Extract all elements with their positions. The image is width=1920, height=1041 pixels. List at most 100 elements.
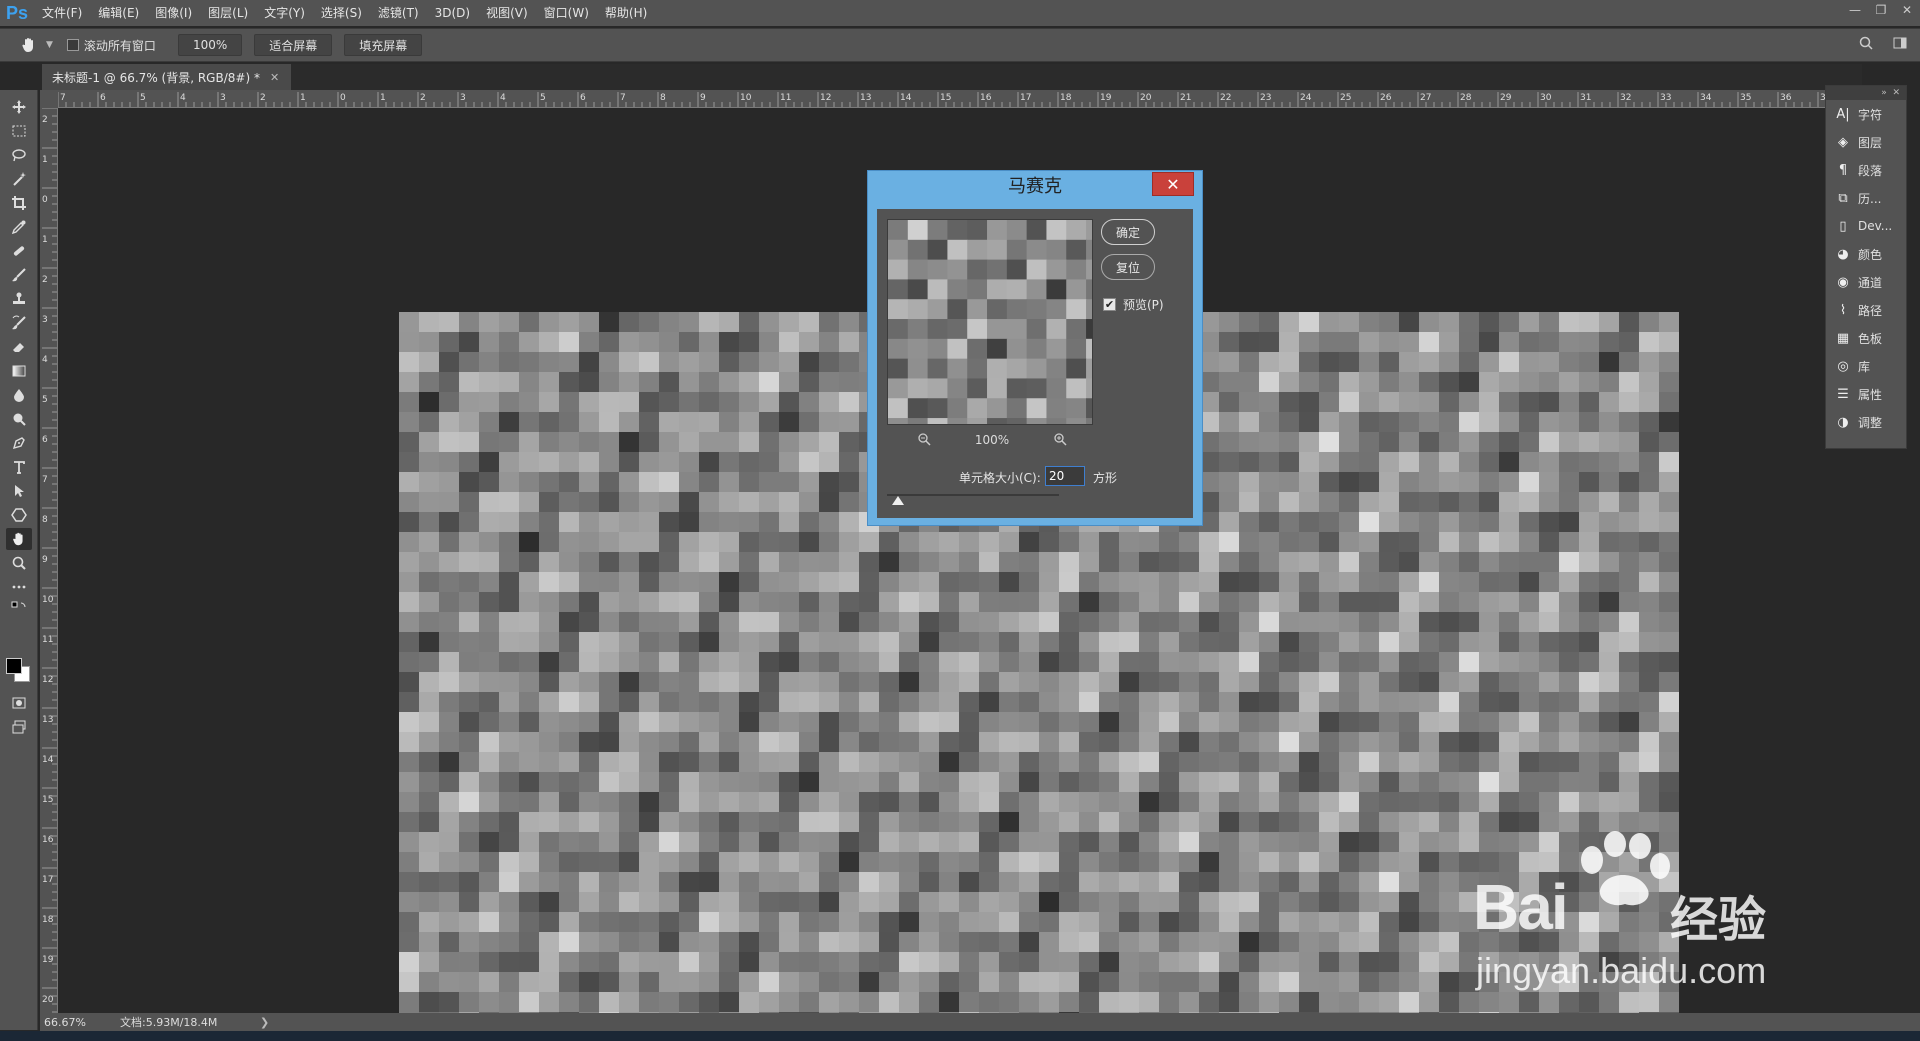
mosaic-cell xyxy=(859,652,880,673)
marquee-tool-icon[interactable] xyxy=(6,120,32,142)
dodge-tool-icon[interactable] xyxy=(6,408,32,430)
chevron-down-icon[interactable]: ▼ xyxy=(46,40,53,50)
zoom-100-button[interactable]: 100% xyxy=(177,34,243,56)
menu-item[interactable]: 文字(Y) xyxy=(256,0,313,26)
clone-stamp-tool-icon[interactable] xyxy=(6,288,32,310)
pen-tool-icon[interactable] xyxy=(6,432,32,454)
menu-item[interactable]: 视图(V) xyxy=(478,0,536,26)
dialog-close-button[interactable]: ✕ xyxy=(1152,172,1194,196)
panel-item[interactable]: ▯ Dev... xyxy=(1826,212,1906,240)
healing-brush-tool-icon[interactable] xyxy=(6,240,32,262)
crop-tool-icon[interactable] xyxy=(6,192,32,214)
mosaic-cell xyxy=(1399,732,1420,753)
hand-tool-icon[interactable] xyxy=(6,528,32,550)
eraser-tool-icon[interactable] xyxy=(6,336,32,358)
search-icon[interactable] xyxy=(1858,35,1874,55)
mosaic-cell xyxy=(799,872,820,893)
quick-mask-icon[interactable] xyxy=(6,692,32,714)
mosaic-cell xyxy=(459,472,480,493)
mosaic-cell xyxy=(579,532,600,553)
magic-wand-tool-icon[interactable] xyxy=(6,168,32,190)
panel-item[interactable]: ◕ 颜色 xyxy=(1826,240,1906,268)
panel-item[interactable]: ⌇ 路径 xyxy=(1826,296,1906,324)
menu-item[interactable]: 帮助(H) xyxy=(597,0,655,26)
gradient-tool-icon[interactable] xyxy=(6,360,32,382)
cell-size-slider-track[interactable] xyxy=(887,494,1059,496)
reset-button[interactable]: 复位 xyxy=(1101,254,1155,280)
ruler-label: 15 xyxy=(940,93,951,103)
close-window-icon[interactable]: ✕ xyxy=(1894,0,1920,20)
panel-item[interactable]: ◎ 库 xyxy=(1826,352,1906,380)
preview-checkbox[interactable]: ✔ xyxy=(1103,298,1116,311)
fill-screen-button[interactable]: 填充屏幕 xyxy=(344,34,423,56)
panel-item[interactable]: ◑ 调整 xyxy=(1826,408,1906,436)
zoom-out-icon[interactable] xyxy=(917,432,931,449)
swap-colors-icon[interactable] xyxy=(6,600,32,614)
fit-screen-button[interactable]: 适合屏幕 xyxy=(254,34,333,56)
panel-item[interactable]: ☰ 属性 xyxy=(1826,380,1906,408)
menu-item[interactable]: 图像(I) xyxy=(147,0,200,26)
workspace-icon[interactable] xyxy=(1892,35,1908,55)
restore-icon[interactable]: ❐ xyxy=(1868,0,1894,20)
type-tool-icon[interactable] xyxy=(6,456,32,478)
mosaic-cell xyxy=(1579,632,1600,653)
character-icon: A| xyxy=(1836,106,1850,122)
menu-item[interactable]: 3D(D) xyxy=(427,0,478,26)
screen-mode-icon[interactable] xyxy=(6,716,32,738)
mosaic-cell xyxy=(1319,912,1340,933)
ruler-label: 24 xyxy=(1300,93,1312,103)
mosaic-cell xyxy=(459,752,480,773)
document-tab[interactable]: 未标题-1 @ 66.7% (背景, RGB/8#) * ✕ xyxy=(42,64,292,90)
menu-item[interactable]: 滤镜(T) xyxy=(370,0,427,26)
status-zoom[interactable]: 66.67% xyxy=(40,1016,120,1029)
menu-item[interactable]: 文件(F) xyxy=(34,0,90,26)
shape-tool-icon[interactable] xyxy=(6,504,32,526)
panel-item[interactable]: ⧉ 历... xyxy=(1826,184,1906,212)
move-tool-icon[interactable] xyxy=(6,96,32,118)
mosaic-cell xyxy=(1079,692,1100,713)
mosaic-cell xyxy=(1519,512,1540,533)
mosaic-cell xyxy=(1219,372,1240,393)
minimize-icon[interactable]: — xyxy=(1842,0,1868,20)
more-tools-icon[interactable] xyxy=(6,576,32,598)
panel-item[interactable]: ▦ 色板 xyxy=(1826,324,1906,352)
zoom-tool-icon[interactable] xyxy=(6,552,32,574)
mosaic-cell xyxy=(1299,832,1320,853)
menu-item[interactable]: 图层(L) xyxy=(200,0,256,26)
mosaic-cell xyxy=(1059,792,1080,813)
blur-tool-icon[interactable] xyxy=(6,384,32,406)
brush-tool-icon[interactable] xyxy=(6,264,32,286)
hand-tool-preset-icon[interactable] xyxy=(12,32,46,58)
lasso-tool-icon[interactable] xyxy=(6,144,32,166)
mosaic-cell xyxy=(1439,772,1460,793)
mosaic-cell xyxy=(959,532,980,553)
cell-size-input[interactable]: 20 xyxy=(1045,466,1085,486)
foreground-color-swatch[interactable] xyxy=(6,658,22,674)
panel-item[interactable]: ¶ 段落 xyxy=(1826,156,1906,184)
filter-preview[interactable] xyxy=(887,219,1093,425)
eyedropper-tool-icon[interactable] xyxy=(6,216,32,238)
mosaic-cell xyxy=(1339,392,1360,413)
mosaic-cell xyxy=(439,452,460,473)
mosaic-cell xyxy=(959,592,980,613)
zoom-in-icon[interactable] xyxy=(1053,432,1067,449)
menu-item[interactable]: 编辑(E) xyxy=(90,0,147,26)
cell-size-slider-thumb[interactable] xyxy=(892,496,904,505)
mosaic-cell xyxy=(619,712,640,733)
ok-button[interactable]: 确定 xyxy=(1101,219,1155,245)
panel-item[interactable]: ◈ 图层 xyxy=(1826,128,1906,156)
panel-item[interactable]: A| 字符 xyxy=(1826,100,1906,128)
ps-logo: Ps xyxy=(5,2,29,23)
mosaic-cell xyxy=(1199,972,1220,993)
close-tab-icon[interactable]: ✕ xyxy=(270,71,279,84)
menu-item[interactable]: 选择(S) xyxy=(313,0,370,26)
scroll-all-windows-checkbox[interactable] xyxy=(66,39,79,51)
panel-item[interactable]: ◉ 通道 xyxy=(1826,268,1906,296)
history-brush-tool-icon[interactable] xyxy=(6,312,32,334)
status-menu-arrow-icon[interactable]: ❯ xyxy=(260,1016,269,1029)
mosaic-cell xyxy=(1379,912,1400,933)
path-selection-tool-icon[interactable] xyxy=(6,480,32,502)
panel-dock-header[interactable]: » ✕ xyxy=(1826,86,1906,100)
mosaic-cell xyxy=(499,972,520,993)
menu-item[interactable]: 窗口(W) xyxy=(536,0,597,26)
